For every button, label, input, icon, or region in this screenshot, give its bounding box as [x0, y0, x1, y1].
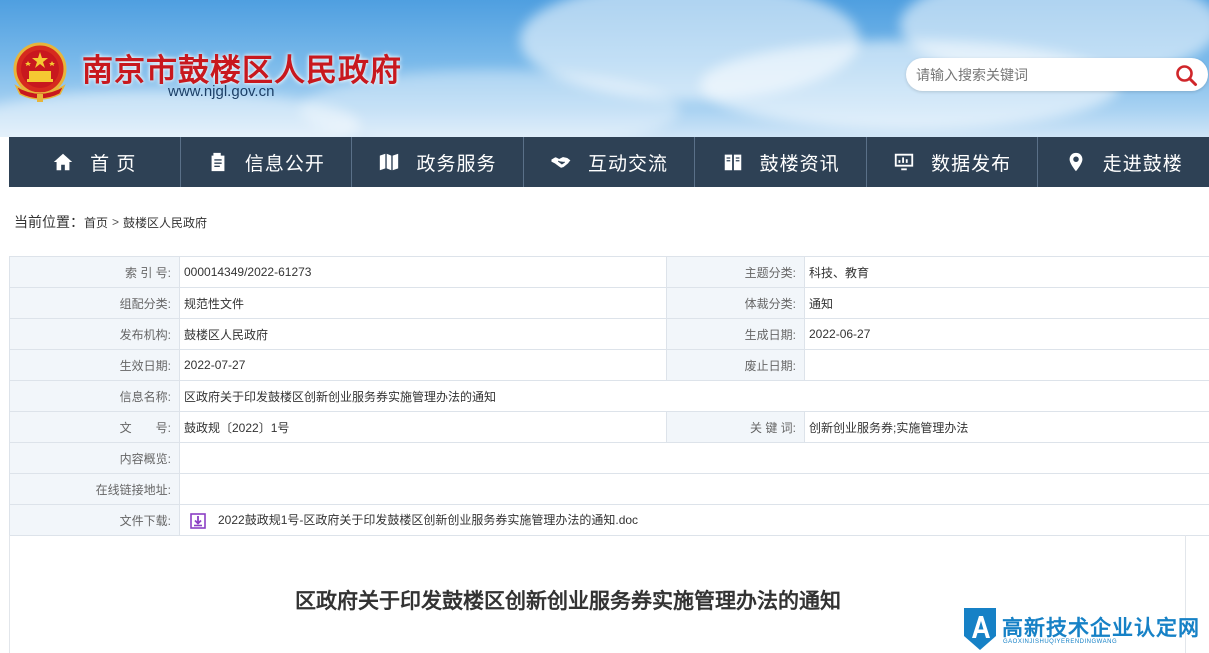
search-box: [906, 58, 1208, 91]
site-header: 南京市鼓楼区人民政府 www.njgl.gov.cn: [0, 0, 1209, 137]
table-row: 发布机构: 鼓楼区人民政府 生成日期: 2022-06-27: [9, 318, 1209, 350]
watermark-subtext: GAOXINJISHUQIYERENDINGWANG: [1003, 639, 1118, 645]
topic-value: 科技、教育: [804, 256, 1209, 288]
table-row: 信息名称: 区政府关于印发鼓楼区创新创业服务券实施管理办法的通知: [9, 380, 1209, 412]
nav-item-gov-services[interactable]: 政务服务: [352, 137, 524, 187]
map-icon: [380, 153, 399, 171]
created-date-label: 生成日期:: [666, 318, 805, 350]
online-link-value: [179, 473, 1209, 505]
keywords-value: 创新创业服务券;实施管理办法: [804, 411, 1209, 443]
doc-no-value: 鼓政规〔2022〕1号: [179, 411, 667, 443]
nav-item-gulou-news[interactable]: 鼓楼资讯: [695, 137, 867, 187]
book-icon: [724, 154, 741, 171]
monitor-chart-icon: [895, 153, 914, 171]
publisher-value: 鼓楼区人民政府: [179, 318, 667, 350]
location-pin-icon: [1069, 152, 1083, 172]
search-input[interactable]: [916, 58, 1166, 91]
expire-date-value: [804, 349, 1209, 381]
table-row: 内容概览:: [9, 442, 1209, 474]
summary-label: 内容概览:: [9, 442, 180, 474]
keywords-label: 关 键 词:: [666, 411, 805, 443]
table-row: 在线链接地址:: [9, 473, 1209, 505]
nav-item-info-disclosure[interactable]: 信息公开: [181, 137, 353, 187]
category-value: 规范性文件: [179, 287, 667, 319]
index-no-value: 000014349/2022-61273: [179, 256, 667, 288]
nav-item-label: 政务服务: [416, 153, 497, 175]
effective-date-value: 2022-07-27: [179, 349, 667, 381]
info-name-label: 信息名称:: [9, 380, 180, 412]
breadcrumb-prefix: 当前位置：: [14, 214, 84, 230]
nav-item-label: 首 页: [90, 153, 137, 175]
nav-item-label: 数据发布: [931, 153, 1012, 175]
nav-item-home[interactable]: 首 页: [9, 137, 181, 187]
doc-no-label: 文 号:: [9, 411, 180, 443]
main-nav: 首 页 信息公开 政务服务 互动交流 鼓楼资讯 数据发布 走进鼓楼: [9, 137, 1209, 187]
breadcrumb-current[interactable]: 鼓楼区人民政府: [123, 214, 207, 231]
nav-item-label: 互动交流: [588, 153, 669, 175]
nav-item-label: 走进鼓楼: [1102, 153, 1183, 175]
watermark: 高新技术企业认定网 GAOXINJISHUQIYERENDINGWANG: [960, 604, 1209, 653]
publisher-label: 发布机构:: [9, 318, 180, 350]
created-date-value: 2022-06-27: [804, 318, 1209, 350]
effective-date-label: 生效日期:: [9, 349, 180, 381]
nav-item-data-release[interactable]: 数据发布: [867, 137, 1039, 187]
online-link-label: 在线链接地址:: [9, 473, 180, 505]
table-row: 文件下载: 2022鼓政规1号-区政府关于印发鼓楼区创新创业服务券实施管理办法的…: [9, 504, 1209, 536]
national-emblem-icon: [13, 42, 67, 102]
nav-item-explore-gulou[interactable]: 走进鼓楼: [1038, 137, 1209, 187]
expire-date-label: 废止日期:: [666, 349, 805, 381]
table-row: 文 号: 鼓政规〔2022〕1号 关 键 词: 创新创业服务券;实施管理办法: [9, 411, 1209, 443]
document-info-table: 索 引 号: 000014349/2022-61273 主题分类: 科技、教育 …: [9, 256, 1209, 536]
genre-label: 体裁分类:: [666, 287, 805, 319]
table-row: 索 引 号: 000014349/2022-61273 主题分类: 科技、教育: [9, 256, 1209, 288]
info-name-value: 区政府关于印发鼓楼区创新创业服务券实施管理办法的通知: [179, 380, 1209, 412]
nav-item-label: 鼓楼资讯: [759, 153, 840, 175]
table-row: 生效日期: 2022-07-27 废止日期:: [9, 349, 1209, 381]
search-icon[interactable]: [1174, 63, 1198, 87]
topic-label: 主题分类:: [666, 256, 805, 288]
summary-value: [179, 442, 1209, 474]
home-icon: [53, 153, 73, 171]
category-label: 组配分类:: [9, 287, 180, 319]
download-icon[interactable]: [190, 513, 206, 529]
breadcrumb-separator: >: [112, 215, 120, 229]
site-url[interactable]: www.njgl.gov.cn: [168, 83, 274, 100]
download-file-link[interactable]: 2022鼓政规1号-区政府关于印发鼓楼区创新创业服务券实施管理办法的通知.doc: [218, 513, 638, 527]
watermark-logo-icon: [964, 608, 996, 650]
handshake-icon: [550, 155, 572, 170]
nav-item-interaction[interactable]: 互动交流: [524, 137, 696, 187]
breadcrumb-home-link[interactable]: 首页: [84, 214, 108, 231]
download-cell: 2022鼓政规1号-区政府关于印发鼓楼区创新创业服务券实施管理办法的通知.doc: [179, 504, 1209, 536]
breadcrumb: 当前位置： 首页 > 鼓楼区人民政府: [14, 212, 207, 232]
document-icon: [211, 152, 225, 172]
genre-value: 通知: [804, 287, 1209, 319]
table-row: 组配分类: 规范性文件 体裁分类: 通知: [9, 287, 1209, 319]
download-label: 文件下载:: [9, 504, 180, 536]
index-no-label: 索 引 号:: [9, 256, 180, 288]
watermark-text: 高新技术企业认定网: [1002, 617, 1200, 640]
nav-item-label: 信息公开: [244, 153, 325, 175]
